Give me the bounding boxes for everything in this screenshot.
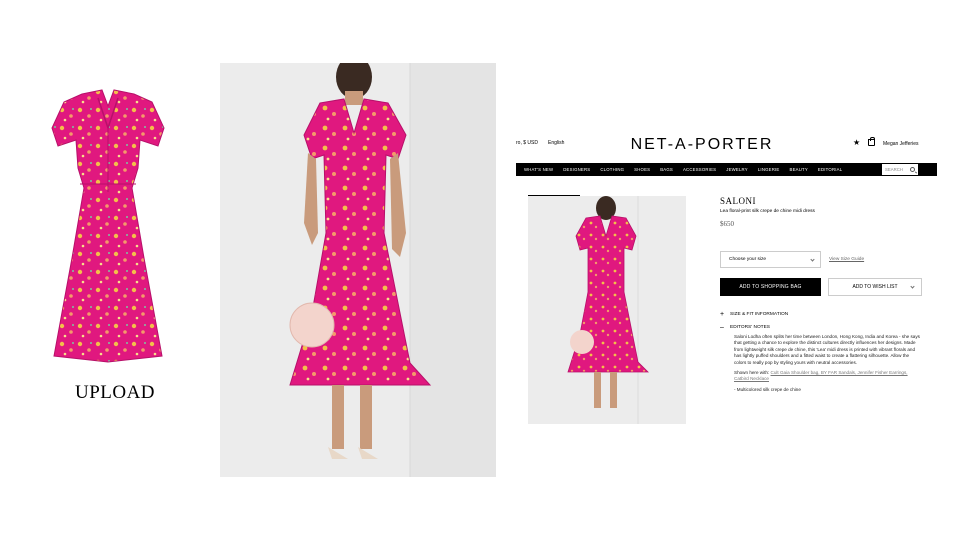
search-placeholder: SEARCH	[885, 167, 903, 172]
chevron-down-icon	[810, 257, 815, 262]
star-icon[interactable]: ★	[853, 139, 860, 147]
editors-notes-text: Saloni Lodha often splits her time betwe…	[734, 334, 920, 365]
top-bar: ro, $ USD English NET-A-PORTER ★ Megan J…	[512, 130, 940, 160]
accordion-size-fit[interactable]: + SIZE & FIT INFORMATION	[720, 308, 925, 321]
nav-item-accessories[interactable]: ACCESSORIES	[678, 167, 721, 172]
accordion-size-fit-label: SIZE & FIT INFORMATION	[730, 312, 789, 317]
shopping-bag-icon[interactable]	[868, 137, 875, 146]
product-info-accordion: + SIZE & FIT INFORMATION – EDITORS' NOTE…	[720, 308, 925, 397]
upload-label: UPLOAD	[74, 382, 156, 403]
nav-item-designers[interactable]: DESIGNERS	[558, 167, 595, 172]
minus-icon: –	[720, 324, 724, 331]
size-row: Choose your size View Size Guide	[720, 251, 864, 268]
product-name: Lea floral-print silk crepe de chine mid…	[720, 209, 815, 214]
product-page-screenshot: ro, $ USD English NET-A-PORTER ★ Megan J…	[512, 130, 940, 430]
plus-icon: +	[720, 311, 725, 318]
add-to-bag-button[interactable]: ADD TO SHOPPING BAG	[720, 278, 821, 296]
editors-notes-body: Saloni Lodha often splits her time betwe…	[734, 334, 920, 393]
nav-item-whats-new[interactable]: WHAT'S NEW	[516, 167, 558, 172]
dress-illustration	[51, 89, 165, 363]
nav-item-beauty[interactable]: BEAUTY	[785, 167, 813, 172]
product-photo[interactable]	[528, 196, 686, 424]
purchase-actions: ADD TO SHOPPING BAG ADD TO WISH LIST	[720, 278, 922, 296]
language-selector[interactable]: English	[548, 140, 564, 146]
nav-item-jewelry[interactable]: JEWELRY	[721, 167, 753, 172]
size-select[interactable]: Choose your size	[720, 251, 821, 268]
site-logo[interactable]: NET-A-PORTER	[617, 136, 787, 154]
accordion-editors-notes-label: EDITORS' NOTES	[730, 325, 771, 330]
add-to-wishlist-label: ADD TO WISH LIST	[852, 284, 898, 290]
model-illustration	[220, 63, 496, 477]
add-to-wishlist-button[interactable]: ADD TO WISH LIST	[828, 278, 922, 296]
search-icon[interactable]	[910, 167, 915, 172]
product-brand[interactable]: SALONI	[720, 196, 925, 206]
uploaded-dress-image	[40, 88, 176, 372]
accordion-editors-notes[interactable]: – EDITORS' NOTES	[720, 321, 925, 334]
account-name[interactable]: Megan Jefferies	[883, 141, 918, 147]
size-select-value: Choose your size	[729, 257, 767, 262]
shown-here-prefix: Shown here with:	[734, 370, 770, 376]
chevron-down-icon	[910, 284, 915, 289]
nav-item-bags[interactable]: BAGS	[655, 167, 678, 172]
nav-item-clothing[interactable]: CLOTHING	[595, 167, 629, 172]
size-guide-link[interactable]: View Size Guide	[829, 257, 864, 262]
model-photo	[220, 63, 496, 477]
product-model-illustration	[528, 196, 686, 424]
shown-here-with: Shown here with: Cult Gaia Shoulder bag,…	[734, 370, 920, 383]
nav-item-lingerie[interactable]: LINGERIE	[753, 167, 785, 172]
currency-selector[interactable]: ro, $ USD	[516, 140, 538, 146]
product-price: $650	[720, 220, 734, 228]
product-details: SALONI Lea floral-print silk crepe de ch…	[720, 196, 925, 392]
nav-item-editorial[interactable]: EDITORIAL	[813, 167, 847, 172]
detail-bullet: - Multicolored silk crepe de chine	[734, 386, 801, 392]
search-input[interactable]: SEARCH	[881, 163, 919, 176]
main-nav: WHAT'S NEW DESIGNERS CLOTHING SHOES BAGS…	[516, 163, 937, 176]
nav-item-shoes[interactable]: SHOES	[629, 167, 655, 172]
